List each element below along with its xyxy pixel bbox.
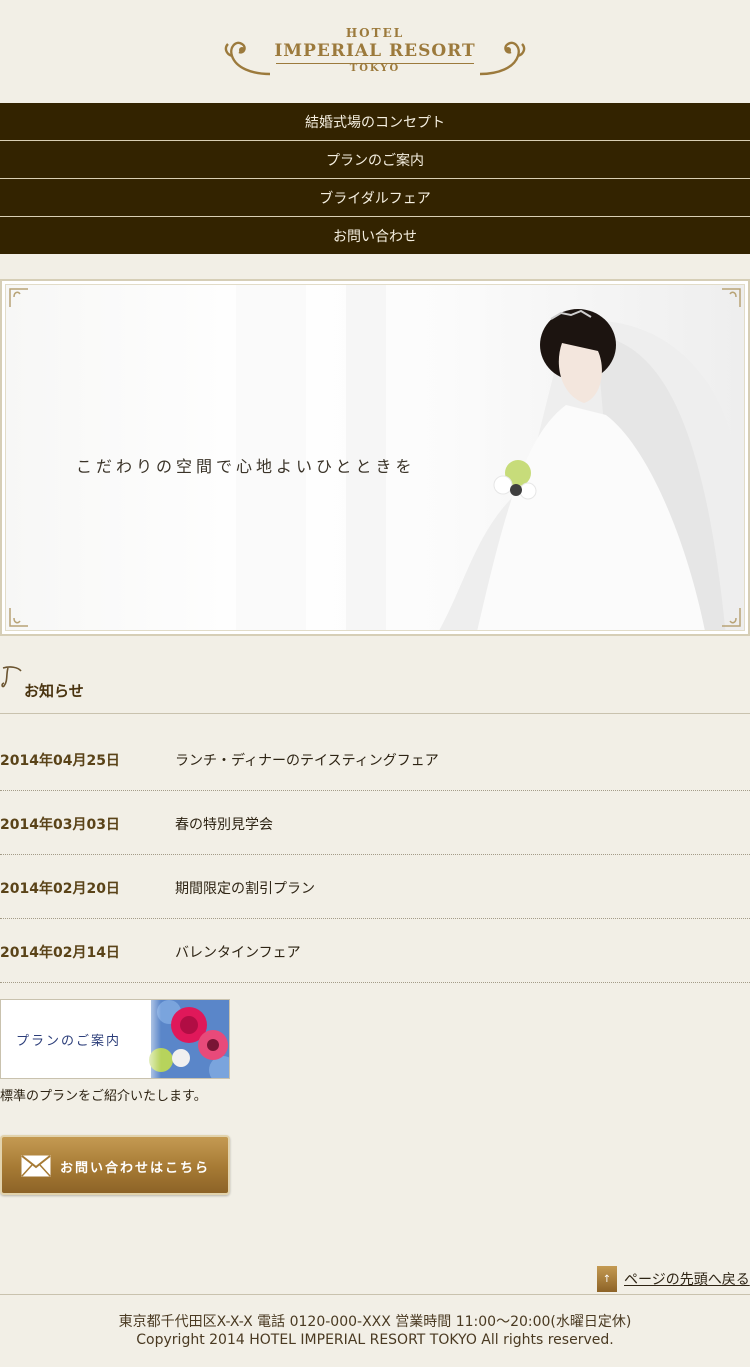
news-heading: お知らせ xyxy=(0,664,750,714)
nav-item-concept[interactable]: 結婚式場のコンセプト xyxy=(0,103,750,141)
news-date: 2014年02月20日 xyxy=(0,881,120,897)
news-date: 2014年03月03日 xyxy=(0,817,120,833)
news-text: 期間限定の割引プラン xyxy=(175,881,315,897)
hero-image-frame: こだわりの空間で心地よいひとときを xyxy=(5,284,745,631)
news-list: 2014年04月25日 ランチ・ディナーのテイスティングフェア 2014年03月… xyxy=(0,727,750,983)
news-text: バレンタインフェア xyxy=(175,945,301,961)
logo-hotel-text: HOTEL xyxy=(345,26,405,40)
back-to-top-label: ページの先頭へ戻る xyxy=(624,1272,750,1288)
footer-copyright: Copyright 2014 HOTEL IMPERIAL RESORT TOK… xyxy=(136,1332,614,1348)
contact-button[interactable]: お問い合わせはこちら xyxy=(0,1135,230,1195)
footer-address: 東京都千代田区X-X-X 電話 0120-000-XXX 営業時間 11:00～… xyxy=(118,1314,632,1330)
hero-banner: こだわりの空間で心地よいひとときを xyxy=(0,279,750,636)
news-text: 春の特別見学会 xyxy=(175,817,273,833)
arrow-up-icon: ↑ xyxy=(597,1266,617,1292)
hotel-logo[interactable]: HOTEL IMPERIAL RESORT TOKYO xyxy=(222,26,528,80)
logo-city-text: TOKYO xyxy=(349,63,401,74)
header: HOTEL IMPERIAL RESORT TOKYO xyxy=(0,0,750,103)
hero-caption: こだわりの空間で心地よいひとときを xyxy=(76,457,416,476)
nav-item-label: お問い合わせ xyxy=(333,228,417,245)
envelope-icon xyxy=(21,1155,51,1177)
back-to-top-link[interactable]: ↑ ページの先頭へ戻る xyxy=(597,1266,750,1292)
corner-ornament-icon xyxy=(722,608,741,627)
plan-banner-link[interactable]: プランのご案内 xyxy=(0,999,230,1079)
news-item[interactable]: 2014年02月14日 バレンタインフェア xyxy=(0,919,750,983)
news-item[interactable]: 2014年04月25日 ランチ・ディナーのテイスティングフェア xyxy=(0,727,750,791)
nav-item-label: プランのご案内 xyxy=(326,152,424,169)
main-nav: 結婚式場のコンセプト プランのご案内 ブライダルフェア お問い合わせ xyxy=(0,103,750,254)
nav-item-contact[interactable]: お問い合わせ xyxy=(0,217,750,254)
nav-item-label: 結婚式場のコンセプト xyxy=(305,114,445,131)
plan-banner-label: プランのご案内 xyxy=(16,1034,122,1049)
contact-button-label: お問い合わせはこちら xyxy=(60,1161,211,1176)
corner-ornament-icon xyxy=(9,608,28,627)
heading-flourish-icon xyxy=(1,666,22,688)
news-item[interactable]: 2014年02月20日 期間限定の割引プラン xyxy=(0,855,750,919)
news-text: ランチ・ディナーのテイスティングフェア xyxy=(175,753,439,769)
plan-description: 標準のプランをご紹介いたします。 xyxy=(0,1089,207,1104)
news-title: お知らせ xyxy=(24,682,84,700)
nav-item-bridal-fair[interactable]: ブライダルフェア xyxy=(0,179,750,217)
logo-name-text: IMPERIAL RESORT xyxy=(274,41,476,61)
news-date: 2014年04月25日 xyxy=(0,753,120,769)
corner-ornament-icon xyxy=(722,288,741,307)
corner-ornament-icon xyxy=(9,288,28,307)
nav-item-label: ブライダルフェア xyxy=(319,190,431,207)
news-item[interactable]: 2014年03月03日 春の特別見学会 xyxy=(0,791,750,855)
footer: 東京都千代田区X-X-X 電話 0120-000-XXX 営業時間 11:00～… xyxy=(0,1294,750,1367)
news-date: 2014年02月14日 xyxy=(0,945,120,961)
nav-item-plans[interactable]: プランのご案内 xyxy=(0,141,750,179)
